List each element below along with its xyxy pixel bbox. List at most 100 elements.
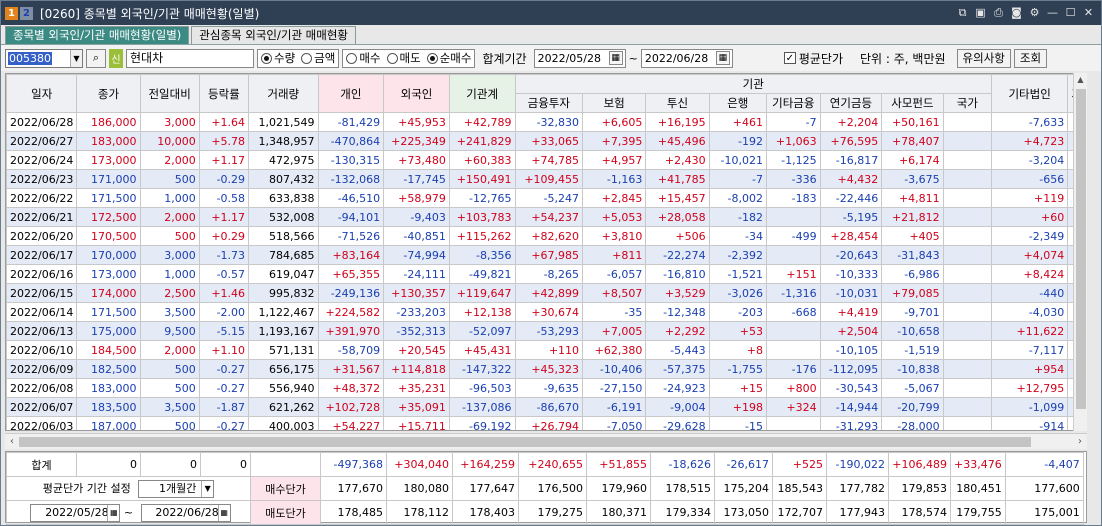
query-button[interactable]: 조회 [1013,48,1048,68]
table-cell: 518,566 [248,226,319,246]
save-icon[interactable]: ▣ [974,6,987,20]
table-cell: -69,192 [448,416,516,430]
table-row[interactable]: 2022/06/21 172,500 2,000 +1.17 532,008 -94,10… [6,207,1086,227]
col-close[interactable]: 종가 [76,74,141,113]
col-other-corp[interactable]: 기타법인 [991,74,1069,113]
table-cell: +8,424 [991,264,1069,284]
vertical-scrollbar[interactable]: ▲ [1073,73,1087,431]
avg-price-checkbox[interactable]: ✓ [783,52,796,64]
table-cell: 3,000 [139,112,200,132]
table-row[interactable]: 2022/06/03 187,000 500 -0.27 400,003 +54,227 +… [6,416,1086,430]
close-icon[interactable]: ✕ [1082,6,1095,20]
col-inst-sub[interactable]: 사모펀드 [881,93,944,113]
table-cell: -94,101 [317,207,385,227]
table-cell: +45,323 [514,359,584,379]
sell-price-cell: 179,755 [950,500,1006,525]
col-change[interactable]: 전일대비 [139,74,200,113]
hscroll-thumb[interactable] [19,437,1031,447]
radio-net-buy[interactable]: 순매수 [426,50,471,66]
scroll-thumb[interactable] [1076,89,1086,409]
table-cell: -3,026 [708,283,767,303]
table-cell: +41,785 [645,169,710,189]
date-to-input[interactable]: 2022/06/28 ▦ [640,48,733,68]
table-cell: -10,031 [819,283,883,303]
tab-watchlist[interactable]: 관심종목 외국인/기관 매매현황 [191,26,357,44]
table-cell [942,416,993,430]
table-cell: +60,383 [448,150,516,170]
stock-code-input[interactable]: 005380 ▼ [5,48,83,68]
scroll-up-icon[interactable]: ▲ [1074,73,1087,87]
col-inst-sub[interactable]: 국가 [942,93,993,113]
table-row[interactable]: 2022/06/14 171,500 3,500 -2.00 1,122,467 +224… [6,302,1086,322]
table-cell: +4,723 [991,131,1069,151]
maximize-icon[interactable]: ☐ [1064,6,1077,20]
col-inst-total[interactable]: 기관계 [448,74,516,113]
table-cell [765,340,821,360]
table-row[interactable]: 2022/06/27 183,000 10,000 +5.78 1,348,957 -47… [6,131,1086,151]
table-row[interactable]: 2022/06/23 171,000 500 -0.29 807,432 -132,068… [6,169,1086,189]
screen-badge-2[interactable]: 2 [20,6,33,20]
table-cell: 170,500 [76,226,141,246]
col-inst-sub[interactable]: 은행 [708,93,767,113]
gear-icon[interactable]: ⚙ [1028,6,1041,20]
table-cell: -4,030 [991,302,1069,322]
col-inst-sub[interactable]: 보험 [582,93,647,113]
calendar-icon[interactable]: ▦ [715,51,730,65]
table-cell: -14,944 [819,397,883,417]
screen-badge-1[interactable]: 1 [5,6,18,20]
avg-from-date[interactable]: 2022/05/28 ▦ [30,503,121,522]
scroll-left-icon[interactable]: ‹ [5,434,19,450]
table-row[interactable]: 2022/06/09 182,500 500 -0.27 656,175 +31,567 +… [6,359,1086,379]
table-row[interactable]: 2022/06/22 171,500 1,000 -0.58 633,838 -46,51… [6,188,1086,208]
link-icon[interactable]: ⧉ [956,6,969,20]
col-inst-sub[interactable]: 투신 [645,93,710,113]
table-cell: -46,510 [317,188,385,208]
col-inst-group: 기관 [514,74,993,94]
table-cell: +54,227 [317,416,385,430]
stock-name-field[interactable]: 현대차 [126,48,254,68]
col-rate[interactable]: 등락률 [198,74,250,113]
search-icon[interactable]: ⌕ [86,48,106,68]
table-cell: -28,000 [881,416,944,430]
print-icon[interactable]: ⎙ [992,6,1005,20]
avg-period-select[interactable]: 1개월간 ▼ [138,479,215,498]
table-row[interactable]: 2022/06/15 174,000 2,500 +1.46 995,832 -249,1… [6,283,1086,303]
table-cell: -6,986 [881,264,944,284]
table-cell: -12,765 [448,188,516,208]
col-inst-sub[interactable]: 기타금융 [765,93,821,113]
horizontal-scrollbar[interactable]: ‹ › [5,433,1087,449]
sum-cell: +51,855 [586,452,651,477]
table-row[interactable]: 2022/06/17 170,000 3,000 -1.73 784,685 +83,16… [6,245,1086,265]
radio-amount[interactable]: 금액 [301,50,335,66]
col-inst-sub[interactable]: 연기금등 [819,93,883,113]
table-cell: -7,117 [991,340,1069,360]
calendar-icon[interactable]: ▦ [608,51,623,65]
table-row[interactable]: 2022/06/08 183,000 500 -0.27 556,940 +48,372 +… [6,378,1086,398]
col-individual[interactable]: 개인 [317,74,385,113]
cell-date: 2022/06/16 [6,264,78,284]
col-foreign[interactable]: 외국인 [383,74,450,113]
date-from-input[interactable]: 2022/05/28 ▦ [533,48,626,68]
table-row[interactable]: 2022/06/20 170,500 500 +0.29 518,566 -71,526-… [6,226,1086,246]
table-row[interactable]: 2022/06/07 183,500 3,500 -1.87 621,262 +102,7… [6,397,1086,417]
minimize-icon[interactable]: — [1046,6,1059,20]
table-cell: 1,000 [139,188,200,208]
table-cell: +103,783 [448,207,516,227]
tab-stock-daily[interactable]: 종목별 외국인/기관 매매현황(일별) [5,26,190,44]
table-row[interactable]: 2022/06/10 184,500 2,000 +1.10 571,131 -58,70… [6,340,1086,360]
col-volume[interactable]: 거래량 [248,74,319,113]
avg-to-date[interactable]: 2022/06/28 ▦ [140,503,231,522]
radio-quantity[interactable]: 수량 [261,50,295,66]
scroll-right-icon[interactable]: › [1073,434,1087,450]
camera-icon[interactable]: ◙ [1010,6,1023,20]
col-date[interactable]: 일자 [6,74,78,113]
table-row[interactable]: 2022/06/16 173,000 1,000 -0.57 619,047 +65,35… [6,264,1086,284]
chevron-down-icon[interactable]: ▼ [70,49,82,67]
table-row[interactable]: 2022/06/28 186,000 3,000 +1.64 1,021,549 -81,… [6,112,1086,132]
radio-buy[interactable]: 매수 [346,50,381,66]
table-row[interactable]: 2022/06/13 175,000 9,500 -5.15 1,193,167 +391… [6,321,1086,341]
table-row[interactable]: 2022/06/24 173,000 2,000 +1.17 472,975 -130,3… [6,150,1086,170]
notice-button[interactable]: 유의사항 [956,48,1011,68]
radio-sell[interactable]: 매도 [386,50,421,66]
col-inst-sub[interactable]: 금융투자 [514,93,584,113]
